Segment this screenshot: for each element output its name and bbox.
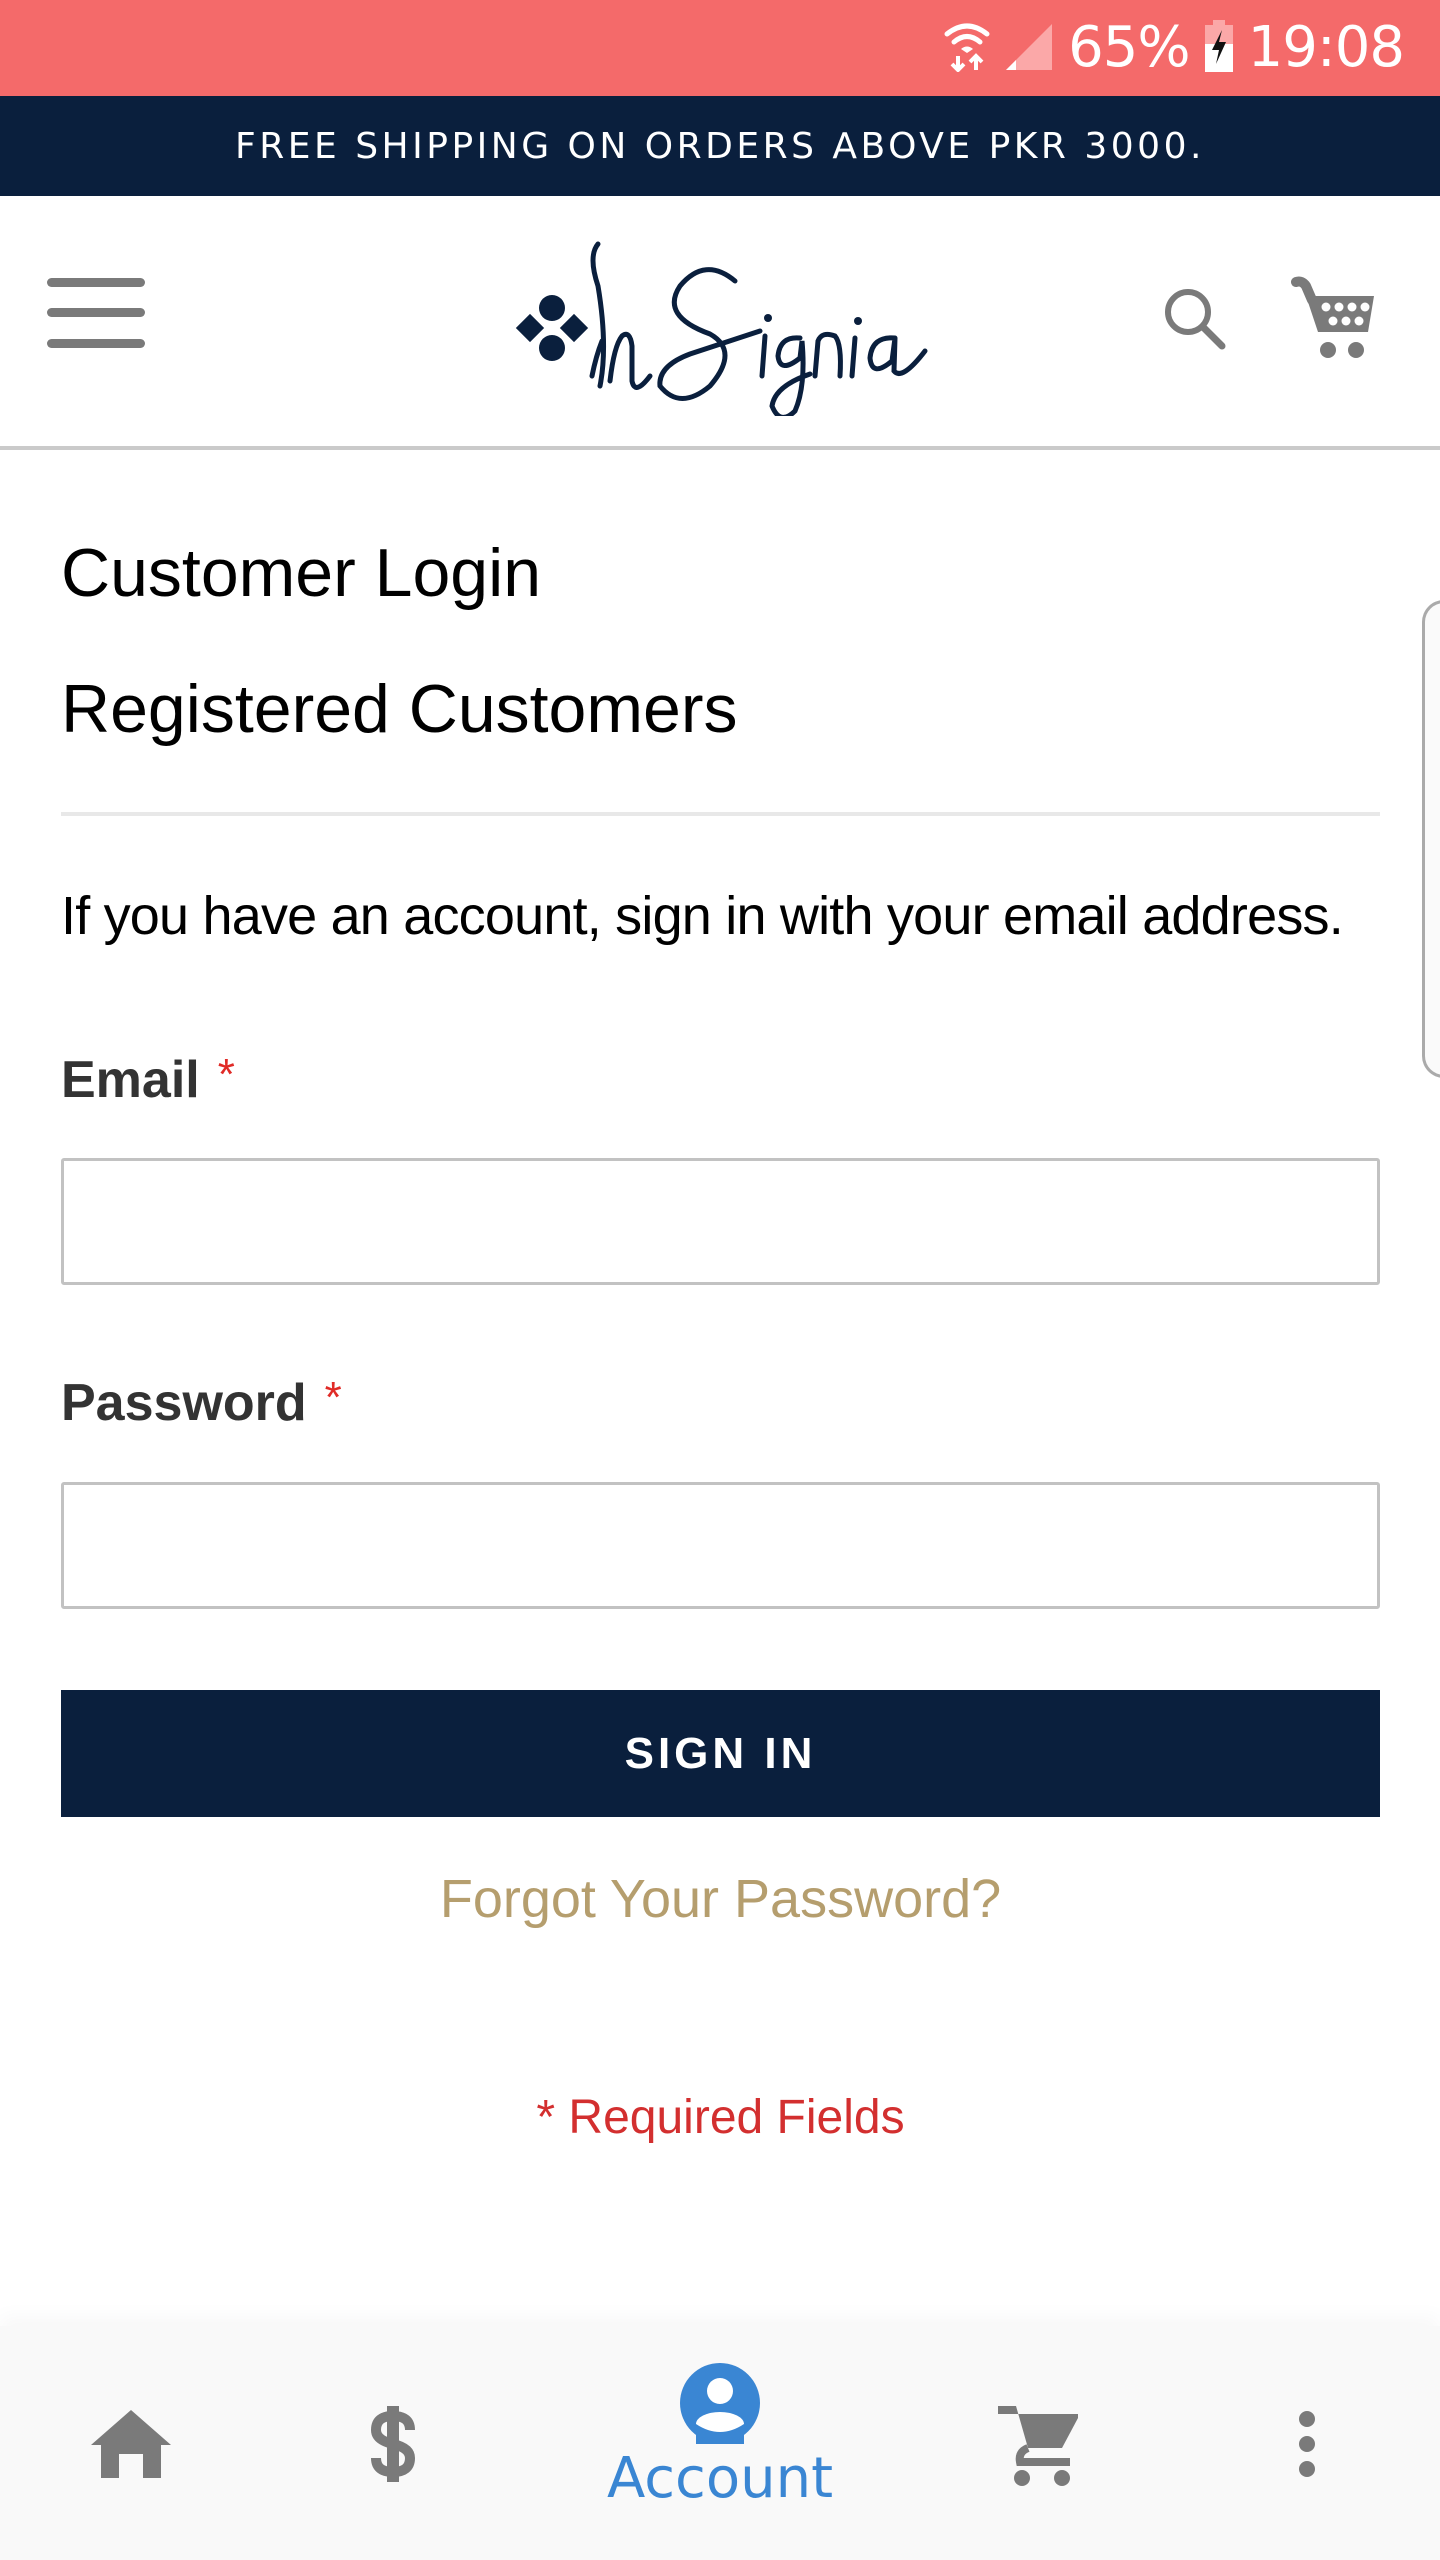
search-icon[interactable] — [1160, 284, 1232, 356]
promo-text: FREE SHIPPING ON ORDERS ABOVE PKR 3000. — [235, 125, 1205, 167]
section-divider — [61, 812, 1380, 816]
required-asterisk: * — [217, 1050, 235, 1099]
site-header — [0, 196, 1440, 450]
cart-icon — [998, 2406, 1078, 2486]
status-icons: 65% 19:08 — [944, 0, 1405, 96]
email-field[interactable] — [61, 1158, 1380, 1285]
password-field[interactable] — [61, 1482, 1380, 1609]
brand-logo[interactable] — [510, 226, 930, 420]
dollar-icon — [370, 2406, 416, 2482]
logo-mark-icon — [515, 241, 928, 420]
email-label: Email * — [61, 1050, 235, 1110]
page-title: Customer Login — [61, 535, 542, 611]
nav-item-cart[interactable] — [980, 2326, 1100, 2560]
intro-text: If you have an account, sign in with you… — [61, 886, 1344, 946]
more-vertical-icon — [1299, 2411, 1315, 2477]
password-label-text: Password — [61, 1374, 307, 1432]
forgot-password-link[interactable]: Forgot Your Password? — [61, 1868, 1380, 1930]
required-asterisk: * — [324, 1373, 342, 1422]
cellular-signal-icon — [1004, 20, 1054, 77]
nav-label-account: Account — [606, 2446, 834, 2511]
required-fields-note: * Required Fields — [536, 2091, 905, 2144]
battery-charging-icon — [1204, 19, 1234, 77]
wifi-data-icon — [944, 20, 990, 77]
sign-in-button[interactable]: SIGN IN — [61, 1690, 1380, 1817]
home-icon — [91, 2410, 171, 2478]
promo-banner: FREE SHIPPING ON ORDERS ABOVE PKR 3000. — [0, 96, 1440, 196]
nav-item-more[interactable] — [1247, 2326, 1367, 2560]
bottom-nav: Account — [0, 2326, 1440, 2560]
block-title: Registered Customers — [61, 671, 738, 747]
account-circle-icon — [680, 2363, 760, 2444]
email-label-text: Email — [61, 1051, 200, 1109]
hamburger-menu-icon[interactable] — [47, 278, 145, 352]
status-bar: 65% 19:08 — [0, 0, 1440, 96]
battery-percent: 65% — [1068, 15, 1190, 80]
shopping-cart-icon[interactable] — [1288, 276, 1376, 362]
clock: 19:08 — [1247, 15, 1405, 80]
nav-item-pricing[interactable] — [333, 2326, 453, 2560]
edge-panel-handle[interactable] — [1422, 600, 1440, 1078]
password-label: Password * — [61, 1373, 342, 1433]
nav-item-account[interactable]: Account — [580, 2326, 860, 2560]
nav-item-home[interactable] — [71, 2326, 191, 2560]
